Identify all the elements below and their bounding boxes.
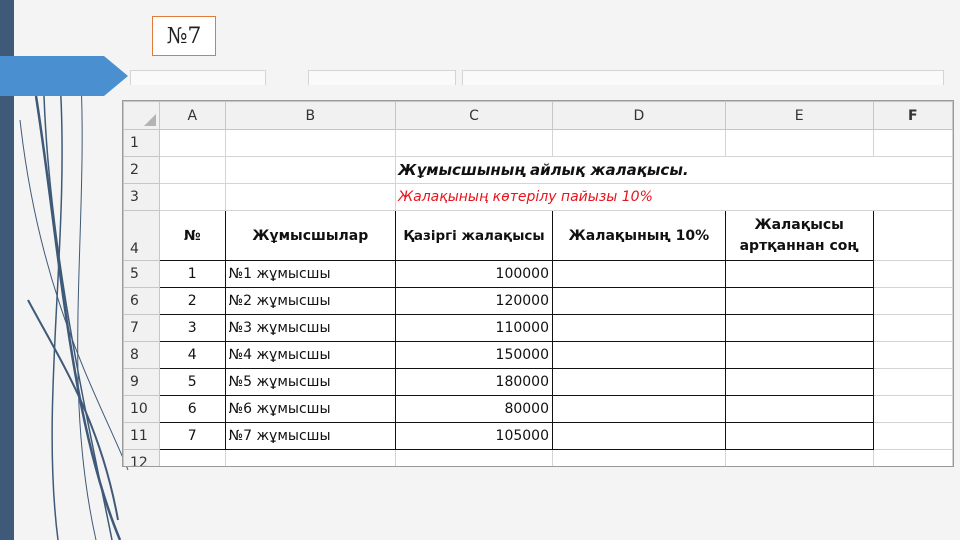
cell-worker-name[interactable]: №2 жұмысшы	[224, 287, 397, 315]
row-header[interactable]: 1	[123, 129, 160, 157]
cell-salary-10-percent[interactable]	[551, 368, 726, 396]
cell-salary-after-raise[interactable]	[724, 314, 874, 342]
cell[interactable]	[872, 210, 953, 261]
cell-current-salary[interactable]: 105000	[395, 422, 553, 450]
cell[interactable]	[872, 422, 953, 450]
spreadsheet-grid: A B C D E F 1 2 Жұмысшының айлық жалақыс…	[123, 101, 953, 466]
select-all-triangle-icon	[143, 114, 156, 126]
cell-current-salary[interactable]: 150000	[395, 341, 553, 369]
select-all-corner[interactable]	[123, 101, 160, 130]
arrow-tab	[0, 56, 128, 96]
row-header[interactable]: 9	[123, 368, 160, 396]
cell-salary-10-percent[interactable]	[551, 422, 726, 450]
header-number[interactable]: №	[158, 210, 226, 261]
header-salary-after-raise-line2: артқаннан соң	[739, 237, 859, 254]
cell-worker-name[interactable]: №1 жұмысшы	[224, 260, 397, 288]
cell-salary-after-raise[interactable]	[724, 422, 874, 450]
cell[interactable]	[158, 183, 226, 211]
cell-worker-name[interactable]: №7 жұмысшы	[224, 422, 397, 450]
sheet-title[interactable]: Жұмысшының айлық жалақысы.	[395, 156, 874, 184]
cell-salary-after-raise[interactable]	[724, 395, 874, 423]
cell-number[interactable]: 2	[158, 287, 226, 315]
row-header[interactable]: 11	[123, 422, 160, 450]
cell-salary-10-percent[interactable]	[551, 395, 726, 423]
cell[interactable]	[872, 260, 953, 288]
column-header-b[interactable]: B	[224, 101, 397, 130]
ghost-tab	[130, 70, 266, 85]
cell[interactable]	[551, 129, 726, 157]
cell[interactable]	[872, 287, 953, 315]
slide-number-badge: №7	[152, 16, 216, 56]
row-header[interactable]: 8	[123, 341, 160, 369]
header-salary-after-raise-line1: Жалақысы	[754, 216, 844, 233]
ghost-tab	[308, 70, 456, 85]
cell[interactable]	[724, 449, 874, 466]
row-header[interactable]: 12	[123, 449, 160, 466]
cell[interactable]	[872, 314, 953, 342]
cell[interactable]	[158, 156, 226, 184]
cell-salary-after-raise[interactable]	[724, 341, 874, 369]
cell-current-salary[interactable]: 110000	[395, 314, 553, 342]
cell[interactable]	[551, 449, 726, 466]
cell-worker-name[interactable]: №5 жұмысшы	[224, 368, 397, 396]
cell-worker-name[interactable]: №6 жұмысшы	[224, 395, 397, 423]
cell-current-salary[interactable]: 180000	[395, 368, 553, 396]
row-header[interactable]: 5	[123, 260, 160, 288]
row-header[interactable]: 4	[123, 210, 160, 261]
row-header[interactable]: 3	[123, 183, 160, 211]
cell[interactable]	[224, 183, 397, 211]
cell[interactable]	[158, 129, 226, 157]
sheet-subtitle[interactable]: Жалақының көтерілу пайызы 10%	[395, 183, 874, 211]
cell-salary-after-raise[interactable]	[724, 287, 874, 315]
cell[interactable]	[872, 129, 953, 157]
cell[interactable]	[395, 449, 553, 466]
cell-worker-name[interactable]: №4 жұмысшы	[224, 341, 397, 369]
cell-salary-after-raise[interactable]	[724, 368, 874, 396]
header-workers[interactable]: Жұмысшылар	[224, 210, 397, 261]
cell[interactable]	[158, 449, 226, 466]
cell-current-salary[interactable]: 80000	[395, 395, 553, 423]
cell-salary-after-raise[interactable]	[724, 260, 874, 288]
cell-current-salary[interactable]: 120000	[395, 287, 553, 315]
row-header[interactable]: 7	[123, 314, 160, 342]
cell-number[interactable]: 6	[158, 395, 226, 423]
cell[interactable]	[872, 156, 953, 184]
header-salary-after-raise[interactable]: Жалақысы артқаннан соң	[724, 210, 874, 261]
cell-salary-10-percent[interactable]	[551, 260, 726, 288]
column-header-a[interactable]: A	[158, 101, 226, 130]
row-header[interactable]: 6	[123, 287, 160, 315]
cell-number[interactable]: 5	[158, 368, 226, 396]
cell-current-salary[interactable]: 100000	[395, 260, 553, 288]
cell-salary-10-percent[interactable]	[551, 314, 726, 342]
cell[interactable]	[724, 129, 874, 157]
column-header-d[interactable]: D	[551, 101, 726, 130]
cell[interactable]	[224, 156, 397, 184]
cell[interactable]	[224, 129, 397, 157]
cell-number[interactable]: 4	[158, 341, 226, 369]
cell[interactable]	[872, 449, 953, 466]
row-header[interactable]: 10	[123, 395, 160, 423]
cell-salary-10-percent[interactable]	[551, 341, 726, 369]
cell-number[interactable]: 1	[158, 260, 226, 288]
column-header-e[interactable]: E	[724, 101, 874, 130]
cell[interactable]	[872, 183, 953, 211]
cell-salary-10-percent[interactable]	[551, 287, 726, 315]
header-current-salary[interactable]: Қазіргі жалақысы	[395, 210, 553, 261]
cell-number[interactable]: 3	[158, 314, 226, 342]
cell-worker-name[interactable]: №3 жұмысшы	[224, 314, 397, 342]
ghost-tab	[462, 70, 944, 85]
row-header[interactable]: 2	[123, 156, 160, 184]
cell-number[interactable]: 7	[158, 422, 226, 450]
column-header-c[interactable]: C	[395, 101, 553, 130]
column-header-f[interactable]: F	[872, 101, 953, 130]
cell[interactable]	[224, 449, 397, 466]
cell[interactable]	[395, 129, 553, 157]
spreadsheet: A B C D E F 1 2 Жұмысшының айлық жалақыс…	[122, 100, 954, 467]
header-salary-10-percent[interactable]: Жалақының 10%	[551, 210, 726, 261]
cell[interactable]	[872, 395, 953, 423]
cell[interactable]	[872, 368, 953, 396]
cell[interactable]	[872, 341, 953, 369]
